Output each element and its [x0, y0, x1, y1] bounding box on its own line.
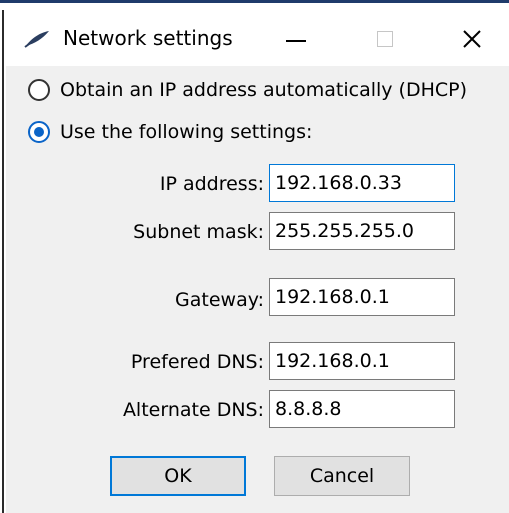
close-button[interactable] [452, 24, 492, 54]
manual-label: Use the following settings: [60, 121, 313, 143]
preferred-dns-input[interactable]: 192.168.0.1 [269, 342, 455, 380]
ip-address-input[interactable]: 192.168.0.33 [269, 164, 455, 202]
subnet-mask-label: Subnet mask: [133, 221, 264, 243]
gateway-label: Gateway: [175, 289, 264, 311]
manual-radio[interactable] [28, 121, 50, 143]
alternate-dns-label: Alternate DNS: [122, 399, 264, 421]
minimize-button[interactable] [276, 24, 316, 54]
background-window-border [0, 0, 509, 3]
manual-option[interactable]: Use the following settings: [28, 118, 312, 146]
title-bar[interactable]: Network settings [6, 10, 509, 66]
network-settings-window: Network settings Obtain an IP address au… [0, 0, 509, 513]
cancel-button[interactable]: Cancel [274, 456, 410, 496]
dhcp-label: Obtain an IP address automatically (DHCP… [60, 79, 468, 101]
left-edge-line [2, 10, 4, 513]
subnet-mask-input[interactable]: 255.255.255.0 [269, 212, 455, 250]
window-title: Network settings [63, 26, 233, 50]
alternate-dns-input[interactable]: 8.8.8.8 [269, 390, 455, 428]
feather-icon [24, 31, 49, 48]
dialog-body: Obtain an IP address automatically (DHCP… [6, 66, 509, 513]
close-icon [463, 30, 481, 48]
ip-address-label: IP address: [159, 173, 264, 195]
dhcp-option[interactable]: Obtain an IP address automatically (DHCP… [28, 76, 467, 104]
ok-button[interactable]: OK [110, 456, 246, 496]
maximize-icon [377, 31, 393, 47]
minimize-icon [286, 40, 306, 42]
dhcp-radio[interactable] [28, 79, 50, 101]
preferred-dns-label: Prefered DNS: [130, 351, 264, 373]
background-window-edge [0, 0, 509, 10]
gateway-input[interactable]: 192.168.0.1 [269, 278, 455, 316]
maximize-button[interactable] [364, 24, 404, 54]
